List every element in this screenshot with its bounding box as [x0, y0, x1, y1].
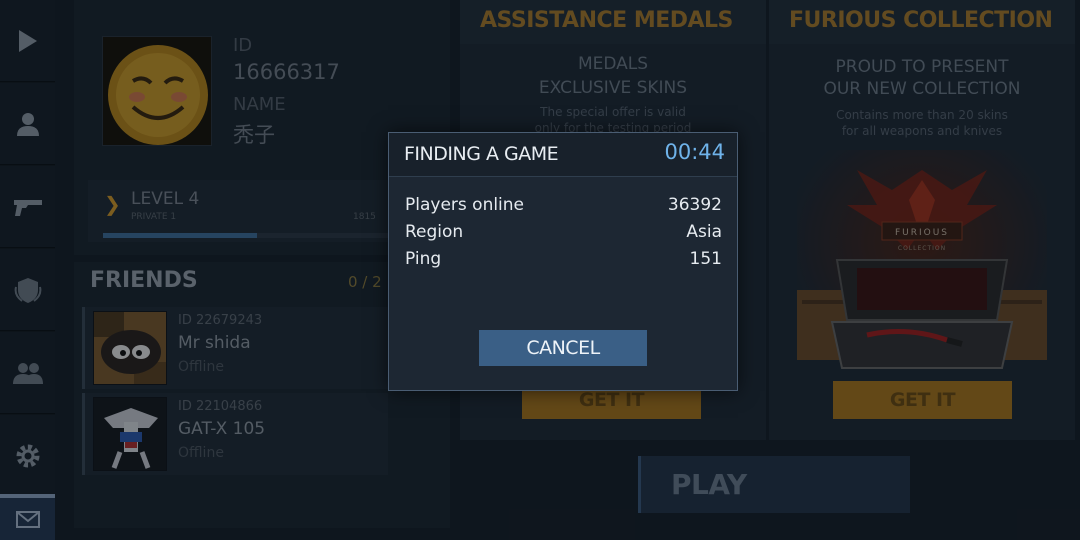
ping-label: Ping: [405, 249, 442, 269]
players-online-value: 36392: [667, 195, 722, 215]
cancel-button[interactable]: CANCEL: [479, 330, 647, 366]
dialog-header: FINDING A GAME 00:44: [389, 133, 737, 177]
players-online-label: Players online: [405, 195, 525, 215]
dialog-title: FINDING A GAME: [404, 143, 559, 165]
region-label: Region: [405, 222, 464, 242]
region-value: Asia: [686, 222, 722, 242]
search-timer: 00:44: [664, 140, 725, 164]
finding-game-dialog: FINDING A GAME 00:44 Players online 3639…: [388, 132, 738, 391]
ping-value: 151: [689, 249, 722, 269]
